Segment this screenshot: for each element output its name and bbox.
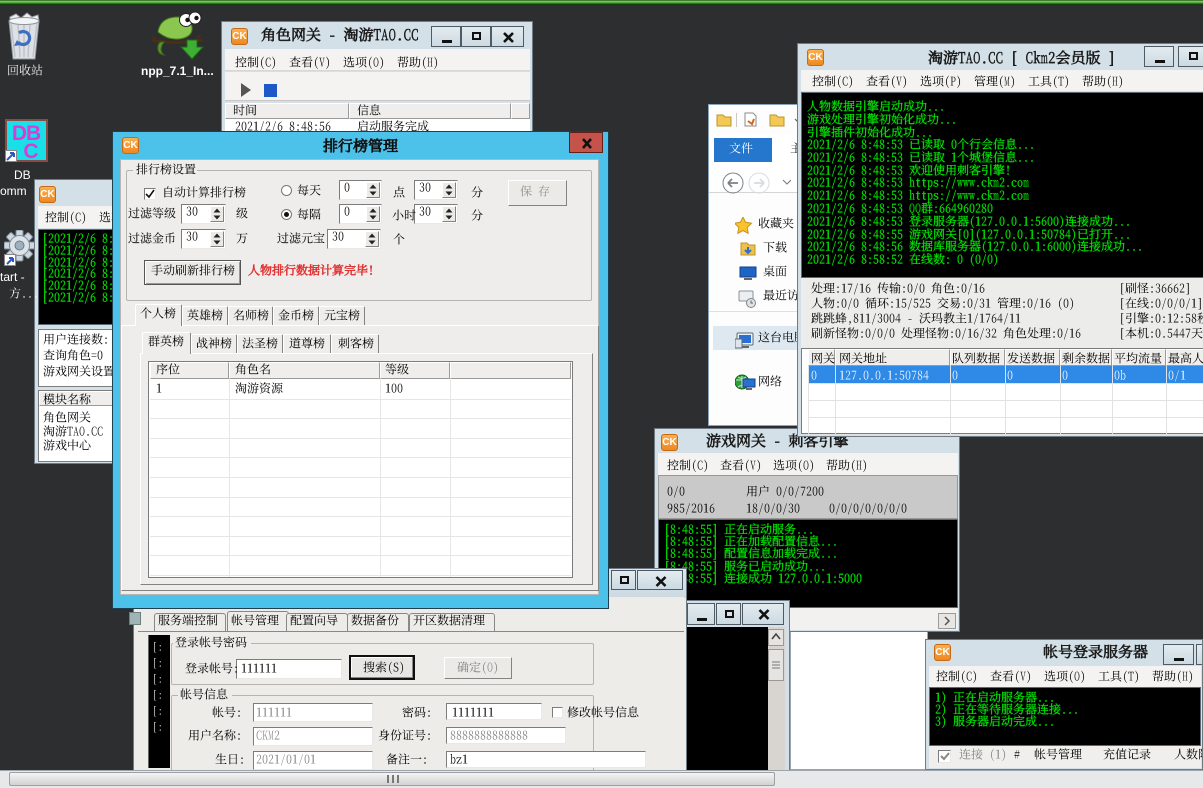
svg-text:C: C	[23, 140, 38, 162]
